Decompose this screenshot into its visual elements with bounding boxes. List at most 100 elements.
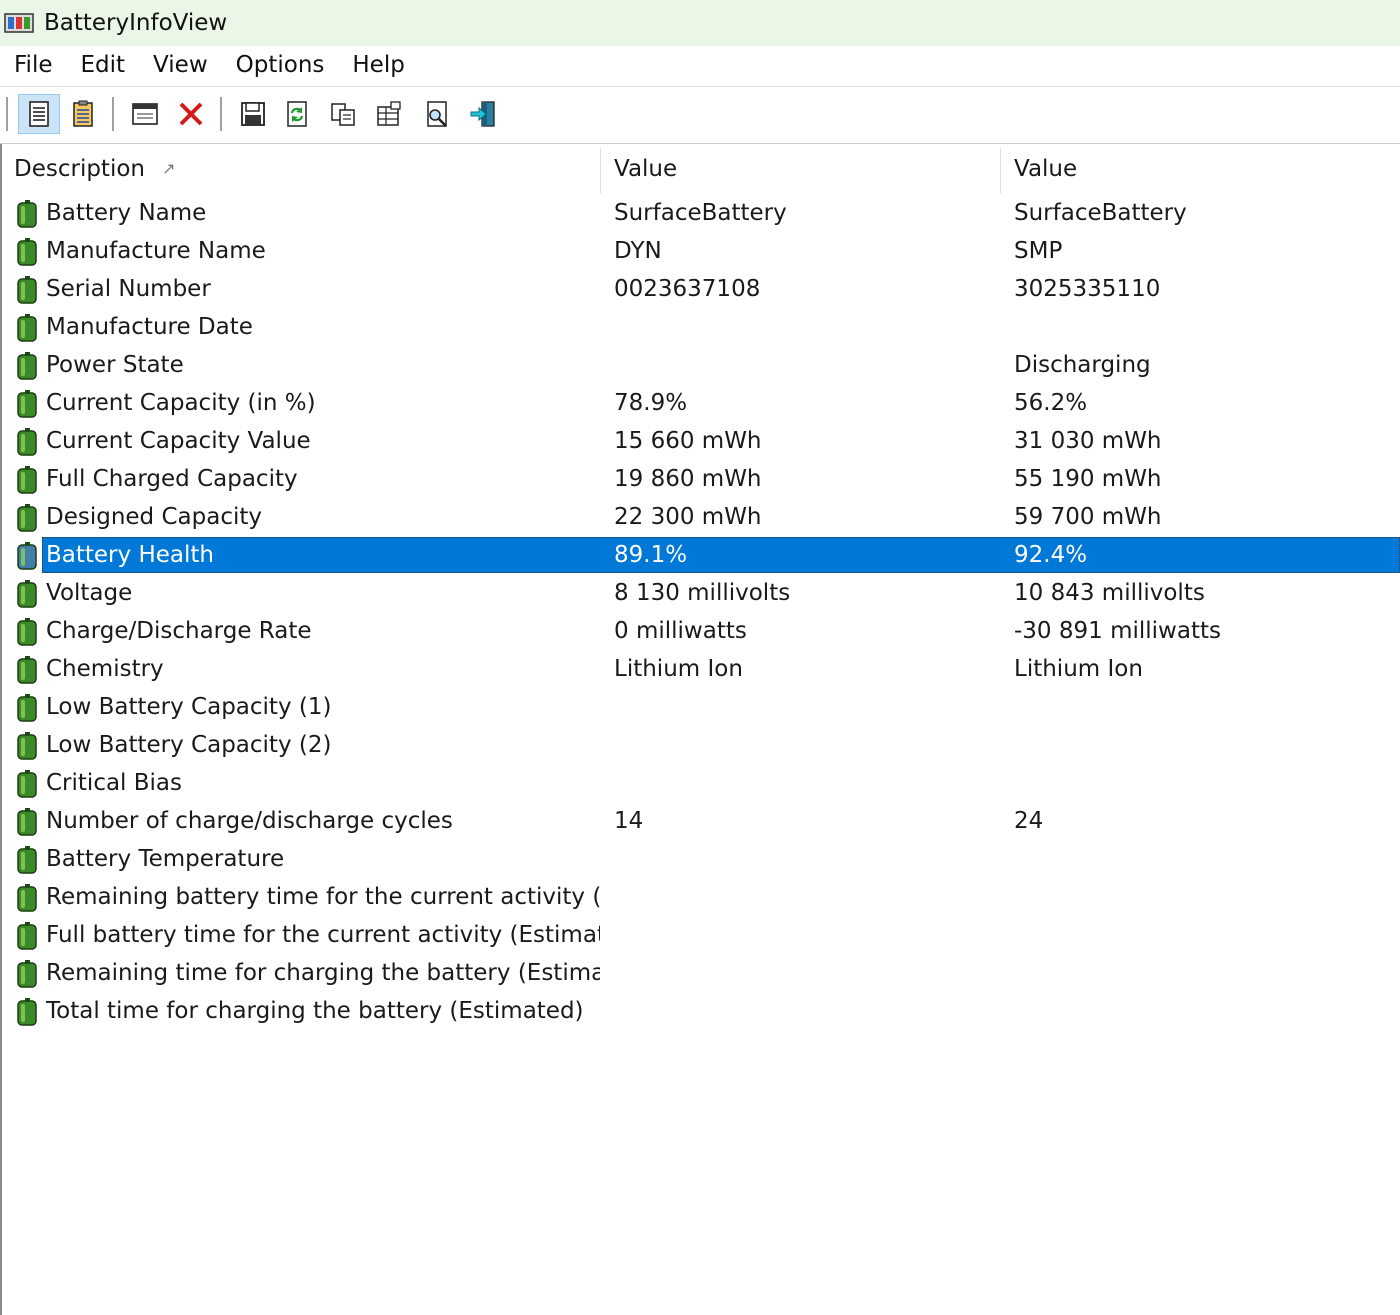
table-row[interactable]: Full battery time for the current activi… <box>2 916 1400 954</box>
menu-view[interactable]: View <box>139 52 222 78</box>
save-button[interactable] <box>232 94 274 134</box>
battery-icon <box>16 846 38 874</box>
table-row[interactable]: Serial Number 0023637108 3025335110 <box>2 270 1400 308</box>
table-row[interactable]: Manufacture Name DYN SMP <box>2 232 1400 270</box>
column-header-description[interactable]: Description ↗ <box>2 146 600 192</box>
table-row[interactable]: Battery Health 89.1% 92.4% <box>2 536 1400 574</box>
table-row[interactable]: Current Capacity Value 15 660 mWh 31 030 m… <box>2 422 1400 460</box>
battery-icon <box>16 466 38 494</box>
cell-value-2: 24 <box>1014 808 1044 834</box>
battery-icon <box>16 200 38 228</box>
battery-icon <box>16 580 38 608</box>
cell-description: Low Battery Capacity (2) <box>46 732 332 758</box>
battery-icon <box>16 694 38 722</box>
options-button[interactable] <box>368 94 410 134</box>
clipboard-icon <box>73 100 93 127</box>
cell-description: Battery Name <box>46 200 207 226</box>
cell-value-2: 56.2% <box>1014 390 1088 416</box>
cell-value-1: 15 660 mWh <box>614 428 762 454</box>
table-row[interactable]: Chemistry Lithium Ion Lithium Ion <box>2 650 1400 688</box>
cell-description: Battery Health <box>46 542 214 568</box>
table-row[interactable]: Battery Temperature <box>2 840 1400 878</box>
table-row[interactable]: Current Capacity (in %) 78.9% 56.2% <box>2 384 1400 422</box>
cell-value-2: 92.4% <box>1014 542 1088 568</box>
html-report-button[interactable] <box>62 94 104 134</box>
cell-value-1: 8 130 millivolts <box>614 580 791 606</box>
table-row[interactable]: Critical Bias <box>2 764 1400 802</box>
delete-button[interactable] <box>170 94 212 134</box>
battery-list-view[interactable]: Description ↗ Value Value Battery Name Su… <box>0 144 1400 1315</box>
find-button[interactable] <box>416 94 458 134</box>
cell-description: Current Capacity Value <box>46 428 311 454</box>
table-row[interactable]: Designed Capacity 22 300 mWh 59 700 mWh <box>2 498 1400 536</box>
cell-description: Chemistry <box>46 656 164 682</box>
cell-value-1: 19 860 mWh <box>614 466 762 492</box>
table-row[interactable]: Full Charged Capacity 19 860 mWh 55 190 mW… <box>2 460 1400 498</box>
column-header-value-1[interactable]: Value <box>602 146 1000 192</box>
refresh-icon <box>287 101 307 127</box>
toolbar <box>0 86 1400 145</box>
cell-value-1: 14 <box>614 808 644 834</box>
window-icon <box>132 103 158 125</box>
cell-description: Total time for charging the battery (Est… <box>46 998 584 1024</box>
cell-description: Remaining battery time for the current a… <box>46 884 600 910</box>
menu-help[interactable]: Help <box>338 52 418 78</box>
cell-description: Critical Bias <box>46 770 183 796</box>
column-divider[interactable] <box>1000 148 1001 194</box>
cell-description: Full battery time for the current activi… <box>46 922 600 948</box>
properties-grid-icon <box>377 101 401 126</box>
table-row[interactable]: Battery Name SurfaceBattery SurfaceBattery <box>2 194 1400 232</box>
menu-file[interactable]: File <box>0 52 67 78</box>
battery-icon <box>16 656 38 684</box>
table-row[interactable]: Remaining time for charging the battery … <box>2 954 1400 992</box>
battery-icon <box>16 998 38 1026</box>
cell-value-2: Discharging <box>1014 352 1151 378</box>
battery-icon <box>16 542 38 570</box>
cell-value-1: 89.1% <box>614 542 688 568</box>
exit-icon <box>470 101 495 127</box>
menu-options[interactable]: Options <box>222 52 339 78</box>
cell-value-2: 31 030 mWh <box>1014 428 1162 454</box>
battery-icon <box>16 276 38 304</box>
cell-description: Low Battery Capacity (1) <box>46 694 332 720</box>
table-row[interactable]: Number of charge/discharge cycles 14 24 <box>2 802 1400 840</box>
battery-icon <box>16 770 38 798</box>
battery-icon <box>16 314 38 342</box>
title-bar: BatteryInfoView <box>0 0 1400 46</box>
refresh-button[interactable] <box>276 94 318 134</box>
cell-value-2: -30 891 milliwatts <box>1014 618 1221 644</box>
table-row[interactable]: Low Battery Capacity (1) <box>2 688 1400 726</box>
column-divider[interactable] <box>600 148 601 194</box>
cell-description: Manufacture Date <box>46 314 253 340</box>
red-x-icon <box>179 102 203 126</box>
copy-button[interactable] <box>322 94 364 134</box>
window-title: BatteryInfoView <box>44 10 228 36</box>
cell-description: Current Capacity (in %) <box>46 390 316 416</box>
table-row[interactable]: Manufacture Date <box>2 308 1400 346</box>
table-row[interactable]: Charge/Discharge Rate 0 milliwatts -30 891… <box>2 612 1400 650</box>
table-row[interactable]: Total time for charging the battery (Est… <box>2 992 1400 1030</box>
toolbar-separator <box>220 97 222 131</box>
toolbar-separator <box>112 97 114 131</box>
menu-edit[interactable]: Edit <box>67 52 140 78</box>
battery-icon <box>16 618 38 646</box>
table-row[interactable]: Power State Discharging <box>2 346 1400 384</box>
cell-value-2: SurfaceBattery <box>1014 200 1187 226</box>
properties-button[interactable] <box>18 94 60 134</box>
window-button[interactable] <box>124 94 166 134</box>
battery-icon <box>16 352 38 380</box>
battery-icon <box>16 390 38 418</box>
table-row[interactable]: Voltage 8 130 millivolts 10 843 millivolts <box>2 574 1400 612</box>
table-row[interactable]: Remaining battery time for the current a… <box>2 878 1400 916</box>
cell-value-1: Lithium Ion <box>614 656 743 682</box>
battery-icon <box>16 732 38 760</box>
exit-button[interactable] <box>462 94 504 134</box>
cell-description: Charge/Discharge Rate <box>46 618 312 644</box>
cell-value-1: 0 milliwatts <box>614 618 747 644</box>
battery-icon <box>16 922 38 950</box>
battery-app-icon <box>4 13 34 33</box>
table-row[interactable]: Low Battery Capacity (2) <box>2 726 1400 764</box>
battery-icon <box>16 884 38 912</box>
column-header-value-2[interactable]: Value <box>1002 146 1400 192</box>
cell-value-1: 78.9% <box>614 390 688 416</box>
